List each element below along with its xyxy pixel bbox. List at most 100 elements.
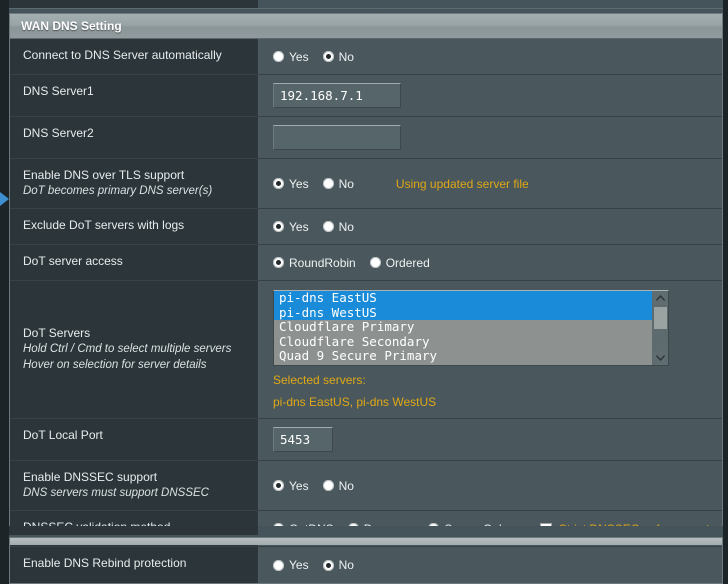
radio-option-server-access-roundrobin[interactable]: RoundRobin: [273, 256, 356, 270]
label-text: DoT Servers: [23, 326, 91, 340]
radio-icon-rebind-yes[interactable]: [273, 559, 284, 571]
row-enable-dns-rebind-protection: Enable DNS Rebind protection Yes No: [10, 547, 722, 583]
radio-label-auto-dns-yes: Yes: [289, 49, 309, 64]
row-exclude-dot-logs: Exclude DoT servers with logs Yes No: [10, 209, 722, 245]
scrollbar-thumb[interactable]: [654, 307, 667, 329]
label-enable-dnssec-support: Enable DNSSEC support DNS servers must s…: [10, 461, 259, 510]
scroll-up-arrow-icon[interactable]: [653, 291, 668, 305]
value-dot-local-port: [259, 419, 722, 460]
label-text: Exclude DoT servers with logs: [23, 218, 185, 232]
left-gutter: [0, 0, 9, 545]
list-item[interactable]: pi-dns EastUS: [274, 291, 652, 306]
row-dot-server-access: DoT server access RoundRobin Ordered: [10, 245, 722, 281]
label-dot-servers: DoT Servers Hold Ctrl / Cmd to select mu…: [10, 281, 259, 418]
radio-icon-rebind-no[interactable]: [322, 559, 334, 571]
radio-icon-dot-support-no[interactable]: [322, 178, 334, 189]
label-subtext-2: Hover on selection for server details: [23, 359, 207, 371]
value-dns-server2: [259, 117, 722, 158]
radio-option-dot-support-no[interactable]: No: [322, 176, 354, 191]
radio-label-dot-support-no: No: [338, 176, 354, 191]
row-dns-server1: DNS Server1: [10, 75, 722, 117]
radio-option-server-access-ordered[interactable]: Ordered: [369, 255, 430, 270]
row-enable-dot-support: Enable DNS over TLS support DoT becomes …: [10, 159, 722, 209]
radio-icon-dnssec-support-yes[interactable]: [273, 480, 284, 491]
truncated-next-section-header: [9, 537, 723, 545]
value-enable-dnssec-support: Yes No: [259, 461, 722, 510]
label-subtext: DNS servers must support DNSSEC: [23, 487, 209, 499]
label-text: Enable DNSSEC support: [23, 470, 158, 484]
radio-group-auto-dns: Yes No: [273, 50, 368, 64]
radio-label-auto-dns-no: No: [338, 49, 354, 64]
radio-icon-server-access-roundrobin[interactable]: [273, 257, 284, 268]
row-dot-servers: DoT Servers Hold Ctrl / Cmd to select mu…: [10, 281, 722, 419]
radio-label-server-access-roundrobin: RoundRobin: [289, 255, 356, 270]
radio-option-exclude-logs-no[interactable]: No: [322, 219, 354, 234]
radio-group-rebind: Yes No: [273, 558, 368, 572]
radio-option-dnssec-support-no[interactable]: No: [322, 478, 354, 493]
router-settings-page: WAN DNS Setting Connect to DNS Server au…: [0, 0, 728, 584]
radio-option-rebind-no[interactable]: No: [322, 558, 354, 572]
label-exclude-dot-logs: Exclude DoT servers with logs: [10, 209, 259, 244]
label-text: Connect to DNS Server automatically: [23, 48, 222, 62]
radio-icon-auto-dns-no[interactable]: [322, 51, 334, 62]
label-text: DoT Local Port: [23, 428, 103, 442]
label-text: Enable DNS Rebind protection: [23, 556, 187, 570]
dns-server2-input[interactable]: [273, 125, 401, 150]
value-enable-dns-rebind-protection: Yes No: [259, 547, 722, 583]
radio-group-dot-support: Yes No: [273, 177, 368, 191]
radio-icon-dnssec-support-no[interactable]: [322, 480, 334, 491]
label-subtext-1: Hold Ctrl / Cmd to select multiple serve…: [23, 343, 232, 355]
radio-option-rebind-yes[interactable]: Yes: [273, 558, 309, 572]
selected-servers-caption: Selected servers:: [273, 373, 366, 387]
value-dns-server1: [259, 75, 722, 116]
radio-option-dot-support-yes[interactable]: Yes: [273, 177, 309, 191]
selected-servers-value: pi-dns EastUS, pi-dns WestUS: [273, 395, 437, 409]
radio-label-dnssec-support-no: No: [338, 478, 354, 493]
truncated-bottom-section: [9, 526, 723, 545]
list-item[interactable]: Cloudflare Secondary: [274, 334, 652, 350]
edge-pointer-arrow-icon: [0, 192, 9, 206]
radio-label-rebind-yes: Yes: [289, 558, 309, 572]
label-dot-local-port: DoT Local Port: [10, 419, 259, 460]
row-enable-dnssec-support: Enable DNSSEC support DNS servers must s…: [10, 461, 722, 511]
radio-group-dnssec-support: Yes No: [273, 479, 368, 493]
truncated-top-row-label-cell: [9, 0, 258, 8]
radio-icon-dot-support-yes[interactable]: [273, 178, 284, 189]
radio-icon-server-access-ordered[interactable]: [369, 257, 381, 268]
dot-local-port-input[interactable]: [273, 427, 333, 452]
right-gutter: [723, 0, 728, 545]
radio-label-dot-support-yes: Yes: [289, 176, 309, 191]
label-text: DoT server access: [23, 254, 123, 268]
radio-icon-auto-dns-yes[interactable]: [273, 51, 284, 62]
radio-option-auto-dns-yes[interactable]: Yes: [273, 50, 309, 64]
list-item[interactable]: Quad 9 Secure Primary: [274, 349, 652, 364]
radio-icon-exclude-logs-yes[interactable]: [273, 221, 284, 232]
value-exclude-dot-logs: Yes No: [259, 209, 722, 244]
radio-label-exclude-logs-no: No: [338, 219, 354, 234]
label-dns-server1: DNS Server1: [10, 75, 259, 116]
dot-servers-listbox-items: pi-dns EastUS pi-dns WestUS Cloudflare P…: [274, 291, 652, 365]
radio-label-dnssec-support-yes: Yes: [289, 478, 309, 493]
dot-servers-listbox[interactable]: pi-dns EastUS pi-dns WestUS Cloudflare P…: [273, 290, 669, 366]
radio-option-auto-dns-no[interactable]: No: [322, 49, 354, 64]
wan-dns-settings-table: WAN DNS Setting Connect to DNS Server au…: [9, 13, 723, 584]
value-dot-server-access: RoundRobin Ordered: [259, 245, 722, 280]
value-dot-servers: pi-dns EastUS pi-dns WestUS Cloudflare P…: [259, 281, 722, 418]
list-item[interactable]: Cloudflare Primary: [274, 320, 652, 335]
radio-icon-exclude-logs-no[interactable]: [322, 221, 334, 232]
label-dns-server2: DNS Server2: [10, 117, 259, 158]
radio-label-server-access-ordered: Ordered: [385, 255, 430, 270]
scroll-down-arrow-icon[interactable]: [653, 351, 668, 365]
radio-label-exclude-logs-yes: Yes: [289, 219, 309, 234]
row-dot-local-port: DoT Local Port: [10, 419, 722, 461]
truncated-top-row: [9, 0, 723, 9]
radio-option-exclude-logs-yes[interactable]: Yes: [273, 220, 309, 234]
label-connect-dns-automatically: Connect to DNS Server automatically: [10, 39, 259, 74]
list-item[interactable]: pi-dns WestUS: [274, 305, 652, 321]
dns-server1-input[interactable]: [273, 83, 401, 108]
label-enable-dot-support: Enable DNS over TLS support DoT becomes …: [10, 159, 259, 208]
radio-option-dnssec-support-yes[interactable]: Yes: [273, 479, 309, 493]
listbox-scrollbar[interactable]: [652, 291, 668, 365]
radio-label-rebind-no: No: [338, 558, 354, 572]
value-enable-dot-support: Yes No Using updated server file: [259, 159, 722, 208]
